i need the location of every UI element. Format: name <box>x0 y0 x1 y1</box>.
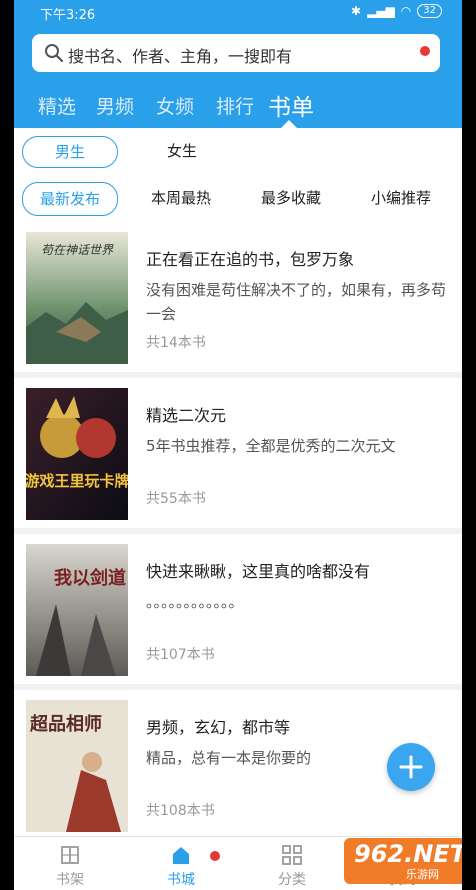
sort-latest[interactable]: 最新发布 <box>22 182 118 216</box>
battery-icon: 32 <box>417 4 442 18</box>
nav-bookshelf[interactable]: 书架 <box>30 843 110 889</box>
home-icon <box>173 847 189 864</box>
search-placeholder: 搜书名、作者、主角，一搜即有 <box>68 47 293 66</box>
cover-title: 苟在神话世界 <box>41 243 114 257</box>
bluetooth-icon: ✱ <box>351 4 362 18</box>
nav-label: 书架 <box>56 872 84 888</box>
booklist-title: 快进来瞅瞅，这里真的啥都没有 <box>146 562 371 581</box>
cover-title: 我以剑道 <box>54 567 126 589</box>
app-screen: 下午3:26 ✱ ▂▄▆ ◠ 32 搜书名、作者、主角，一搜即有 精选 男频 女… <box>14 0 462 890</box>
booklist-desc: 没有困难是苟住解决不了的，如果有，再多苟一会 <box>146 281 447 323</box>
signal-icon: ▂▄▆ <box>367 4 395 18</box>
tab-male[interactable]: 男频 <box>96 92 134 119</box>
book-cover: 我以剑道 <box>26 544 128 676</box>
booklist-count: 共107本书 <box>146 647 215 663</box>
watermark-sub: 乐游网 <box>406 868 439 881</box>
search-icon <box>45 44 64 63</box>
book-cover: 游戏王里玩卡牌 <box>26 388 128 520</box>
wifi-icon: ◠ <box>400 4 412 18</box>
booklist-card[interactable]: 我以剑道 快进来瞅瞅，这里真的啥都没有 。。。。。。。。。。。。 共107本书 <box>14 534 462 684</box>
filter-female[interactable]: 女生 <box>144 136 220 168</box>
status-time: 下午3:26 <box>40 8 96 23</box>
sort-most-fav[interactable]: 最多收藏 <box>248 182 334 216</box>
booklist-title: 正在看正在追的书，包罗万象 <box>146 250 355 269</box>
book-cover: 超品相师 <box>26 700 128 832</box>
active-tab-indicator <box>281 120 297 128</box>
filter-panel: 男生 女生 最新发布 本周最热 最多收藏 小编推荐 <box>14 128 462 222</box>
cover-title: 游戏王里玩卡牌 <box>26 472 128 490</box>
tab-featured[interactable]: 精选 <box>38 92 76 119</box>
booklist-desc: 5年书虫推荐，全都是优秀的二次元文 <box>146 437 396 455</box>
nav-label: 分类 <box>278 872 306 888</box>
notification-dot <box>420 46 430 56</box>
watermark-brand: 962.NET <box>354 840 462 868</box>
tab-ranking[interactable]: 排行 <box>216 92 254 119</box>
status-bar: 下午3:26 ✱ ▂▄▆ ◠ 32 <box>14 0 462 26</box>
booklist-card[interactable]: 苟在神话世界 正在看正在追的书，包罗万象 没有困难是苟住解决不了的，如果有，再多… <box>14 222 462 372</box>
nav-bookstore[interactable]: 书城 <box>141 843 221 889</box>
tab-female[interactable]: 女频 <box>156 92 194 119</box>
cover-title: 超品相师 <box>30 713 102 735</box>
watermark-logo: 962.NET 乐游网 <box>344 838 462 884</box>
booklist-desc: 。。。。。。。。。。。。 <box>146 593 244 611</box>
nav-label: 书城 <box>167 872 195 888</box>
bookshelf-icon <box>61 846 79 864</box>
sort-editor-pick[interactable]: 小编推荐 <box>358 182 444 216</box>
sort-weekly-hot[interactable]: 本周最热 <box>138 182 224 216</box>
header: 下午3:26 ✱ ▂▄▆ ◠ 32 搜书名、作者、主角，一搜即有 精选 男频 女… <box>14 0 462 128</box>
book-cover: 苟在神话世界 <box>26 232 128 364</box>
search-bar[interactable]: 搜书名、作者、主角，一搜即有 <box>32 34 440 72</box>
top-tabs: 精选 男频 女频 排行 书单 <box>14 86 462 128</box>
booklist-title: 精选二次元 <box>146 406 227 425</box>
booklist-count: 共14本书 <box>146 335 206 351</box>
notification-dot <box>210 851 220 861</box>
booklist-card[interactable]: 游戏王里玩卡牌 精选二次元 5年书虫推荐，全都是优秀的二次元文 共55本书 <box>14 378 462 528</box>
plus-icon <box>399 755 423 779</box>
add-booklist-button[interactable] <box>387 743 435 791</box>
booklist-count: 共108本书 <box>146 803 215 819</box>
filter-male[interactable]: 男生 <box>22 136 118 168</box>
booklist-count: 共55本书 <box>146 491 206 507</box>
booklist-title: 男频，玄幻，都市等 <box>146 718 291 737</box>
nav-category[interactable]: 分类 <box>252 843 332 889</box>
grid-icon <box>282 845 302 865</box>
status-icons: ✱ ▂▄▆ ◠ 32 <box>351 4 442 18</box>
tab-booklist[interactable]: 书单 <box>268 88 314 122</box>
